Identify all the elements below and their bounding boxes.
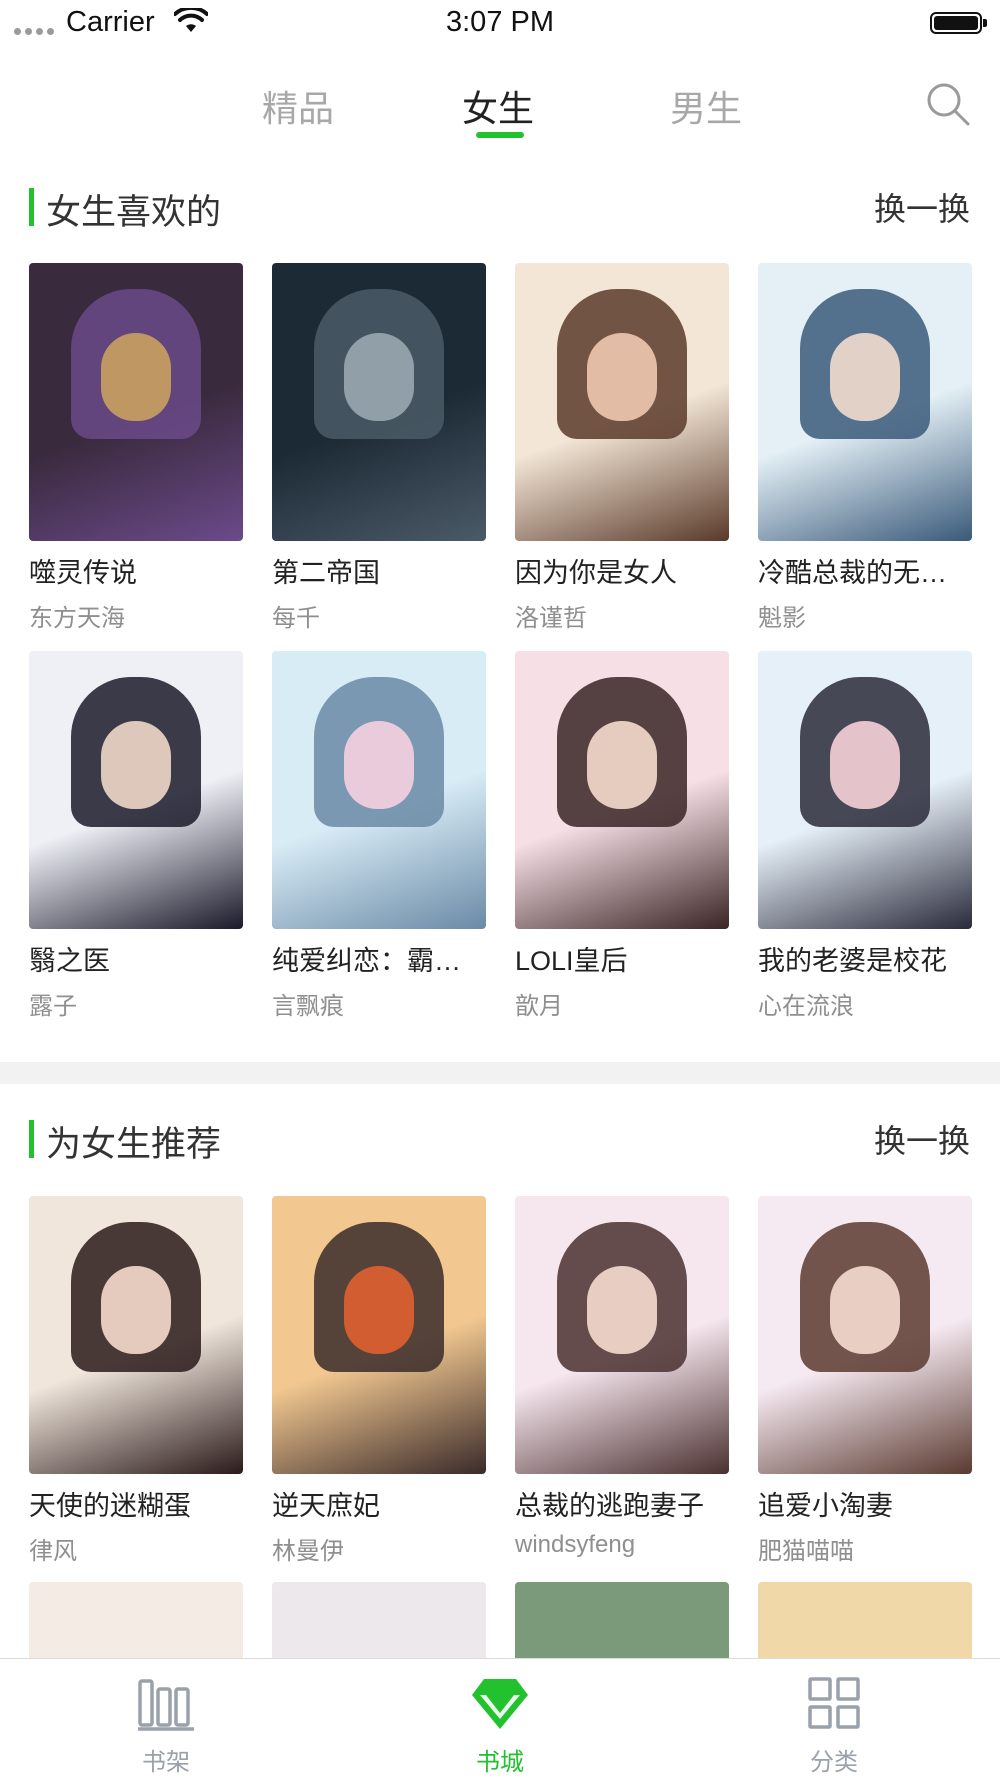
book-grid-recommend: 天使的迷糊蛋 律风 逆天庶妃 林曼伊 总裁的逃跑妻子 windsyfeng 追爱小淘妻 肥猫喵…: [29, 1196, 972, 1576]
section-accent-bar: [29, 1120, 34, 1158]
section-accent-bar: [29, 188, 34, 226]
tab-categories[interactable]: 分类: [764, 1675, 904, 1777]
tab-label: 书架: [142, 1749, 190, 1776]
book-card[interactable]: 追爱小淘妻 肥猫喵喵: [758, 1196, 972, 1566]
tab-label: 分类: [810, 1749, 858, 1776]
book-title: 逆天庶妃: [272, 1491, 380, 1521]
book-author: 心在流浪: [758, 993, 854, 1020]
book-grid-favorites: 噬灵传说东方天海第二帝国每千因为你是女人洛谨哲冷酷总裁的无情报复魁影翳之医露子纯…: [29, 263, 972, 1023]
book-card[interactable]: 我的老婆是校花 心在流浪: [758, 651, 972, 1021]
book-author: 魁影: [758, 605, 806, 632]
book-cover[interactable]: [515, 651, 729, 929]
section-title: 为女生推荐: [46, 1125, 222, 1164]
book-cover[interactable]: [272, 263, 486, 541]
book-title: 冷酷总裁的无情报复: [758, 558, 972, 588]
tab-jingpin[interactable]: 精品: [262, 80, 334, 132]
diamond-icon: [472, 1679, 528, 1729]
section-divider: [0, 1062, 1000, 1084]
book-card[interactable]: LOLI皇后 歆月: [515, 651, 729, 1021]
book-author: 每千: [272, 605, 320, 632]
book-cover[interactable]: [29, 1582, 243, 1662]
book-author: 露子: [29, 993, 77, 1020]
book-author: 东方天海: [29, 605, 125, 632]
book-title: 追爱小淘妻: [758, 1491, 893, 1521]
bottom-tab-bar: 书架 书城 分类: [0, 1658, 1000, 1779]
book-row-partial: [29, 1582, 972, 1662]
book-cover[interactable]: [758, 651, 972, 929]
book-cover[interactable]: [272, 651, 486, 929]
section-title: 女生喜欢的: [46, 193, 222, 232]
book-cover[interactable]: [29, 263, 243, 541]
book-title: 翳之医: [29, 946, 110, 976]
book-cover[interactable]: [758, 1582, 972, 1662]
refresh-button[interactable]: 换一换: [874, 184, 970, 230]
tab-bookshelf[interactable]: 书架: [96, 1675, 236, 1777]
tab-label: 书城: [476, 1749, 524, 1776]
book-author: 律风: [29, 1538, 77, 1565]
category-tabs: 精品 女生 男生: [0, 70, 1000, 140]
book-title: 天使的迷糊蛋: [29, 1491, 191, 1521]
section-header-favorites: 女生喜欢的 换一换: [0, 180, 1000, 232]
book-author: 言飘痕: [272, 993, 344, 1020]
book-card[interactable]: 冷酷总裁的无情报复魁影: [758, 263, 972, 633]
book-title: 总裁的逃跑妻子: [515, 1491, 704, 1521]
battery-icon: [930, 12, 987, 34]
active-tab-indicator: [476, 132, 524, 138]
tab-girls[interactable]: 女生: [462, 80, 534, 132]
book-card[interactable]: 噬灵传说 东方天海: [29, 263, 243, 633]
status-bar: Carrier 3:07 PM: [0, 0, 1000, 48]
book-card[interactable]: 翳之医 露子: [29, 651, 243, 1021]
book-card[interactable]: 天使的迷糊蛋 律风: [29, 1196, 243, 1566]
clock: 3:07 PM: [446, 6, 554, 38]
bookshelf-icon: [138, 1679, 194, 1731]
book-author: 歆月: [515, 993, 563, 1020]
book-cover[interactable]: [758, 1196, 972, 1474]
book-cover[interactable]: [272, 1582, 486, 1662]
section-header-recommend: 为女生推荐 换一换: [0, 1112, 1000, 1164]
book-cover[interactable]: [515, 1582, 729, 1662]
tab-bookstore[interactable]: 书城: [430, 1675, 570, 1777]
book-title: 纯爱纠恋：霸道女王的温柔爱: [272, 946, 486, 976]
book-cover[interactable]: [515, 263, 729, 541]
book-author: 肥猫喵喵: [758, 1538, 854, 1565]
book-cover[interactable]: [758, 263, 972, 541]
book-cover[interactable]: [29, 651, 243, 929]
book-card[interactable]: 第二帝国 每千: [272, 263, 486, 633]
book-title: 因为你是女人: [515, 558, 677, 588]
book-title: 噬灵传说: [29, 558, 137, 588]
book-title: 第二帝国: [272, 558, 380, 588]
book-title: 我的老婆是校花: [758, 946, 947, 976]
book-cover[interactable]: [272, 1196, 486, 1474]
book-title: LOLI皇后: [515, 946, 628, 976]
book-card[interactable]: 总裁的逃跑妻子 windsyfeng: [515, 1196, 729, 1559]
book-cover[interactable]: [29, 1196, 243, 1474]
book-author: 林曼伊: [272, 1538, 344, 1565]
book-card[interactable]: 因为你是女人 洛谨哲: [515, 263, 729, 633]
book-card[interactable]: 逆天庶妃 林曼伊: [272, 1196, 486, 1566]
tab-boys[interactable]: 男生: [670, 80, 742, 132]
book-author: windsyfeng: [515, 1531, 636, 1558]
book-card[interactable]: 纯爱纠恋：霸道女王的温柔爱言飘痕: [272, 651, 486, 1021]
refresh-button[interactable]: 换一换: [874, 1116, 970, 1162]
search-icon[interactable]: [924, 80, 972, 128]
book-cover[interactable]: [515, 1196, 729, 1474]
grid-icon: [808, 1677, 860, 1729]
book-author: 洛谨哲: [515, 605, 587, 632]
